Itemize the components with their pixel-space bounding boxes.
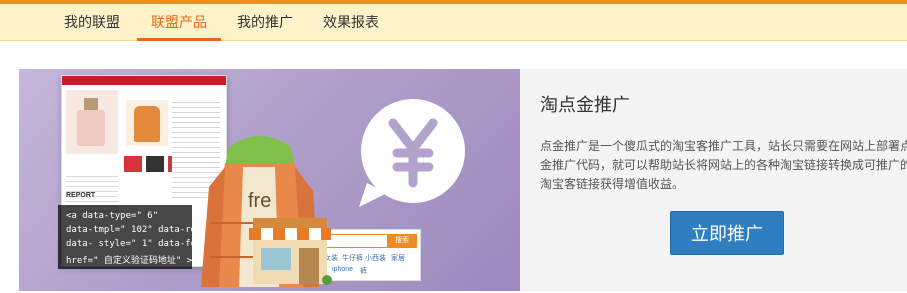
code-line-1: <a data-type=" 6" bbox=[66, 211, 159, 221]
search-link-4: 家居 bbox=[391, 255, 405, 262]
code-snippet-overlay: <a data-type=" 6" data-tmpl=" 102" data-… bbox=[58, 205, 201, 269]
product-title: 淘点金推广 bbox=[540, 95, 630, 115]
store-icon bbox=[247, 214, 333, 286]
tab-effect-report[interactable]: 效果报表 bbox=[323, 4, 379, 40]
search-widget-button: 搜索 bbox=[387, 234, 417, 248]
code-line-2: data-tmpl=" 102" data-rd= bbox=[66, 225, 202, 235]
mockup-jacket-image bbox=[126, 100, 168, 146]
mockup-perfume-image bbox=[66, 90, 118, 154]
code-line-3: data- style=" 1" data-for bbox=[66, 239, 202, 249]
mockup-header bbox=[62, 76, 226, 85]
search-link-5: iphone bbox=[332, 266, 354, 273]
code-line-4: href=" 自定义验证码地址" >验 bbox=[66, 256, 202, 266]
product-card: REPORT 搜索 女装 牛仔裤 小西装 家居 iphone 裤 fre <a … bbox=[19, 69, 907, 291]
yen-bubble-icon bbox=[353, 95, 469, 211]
description-line-3: 淘宝客链接获得增值收益。 bbox=[540, 177, 685, 191]
mockup-report-label: REPORT bbox=[66, 192, 96, 199]
product-banner: REPORT 搜索 女装 牛仔裤 小西装 家居 iphone 裤 fre <a … bbox=[19, 69, 520, 291]
promote-now-button[interactable]: 立即推广 bbox=[670, 211, 784, 255]
description-line-2: 金推广代码，就可以帮助站长将网站上的各种淘宝链接转换成可推广的 bbox=[540, 158, 907, 172]
tab-alliance-products[interactable]: 联盟产品 bbox=[137, 4, 221, 41]
top-nav: 我的联盟 联盟产品 我的推广 效果报表 bbox=[0, 4, 907, 41]
product-description: 点金推广是一个傻瓜式的淘宝客推广工具，站长只需要在网站上部署点 金推广代码，就可… bbox=[540, 137, 907, 194]
search-link-6: 裤 bbox=[360, 268, 367, 275]
search-link-2: 牛仔裤 bbox=[342, 255, 363, 262]
search-link-3: 小西装 bbox=[365, 255, 386, 262]
tab-my-promotion[interactable]: 我的推广 bbox=[237, 4, 293, 40]
svg-text:fre: fre bbox=[248, 190, 271, 212]
description-line-1: 点金推广是一个傻瓜式的淘宝客推广工具，站长只需要在网站上部署点 bbox=[540, 139, 907, 153]
tab-my-alliance[interactable]: 我的联盟 bbox=[64, 4, 120, 40]
